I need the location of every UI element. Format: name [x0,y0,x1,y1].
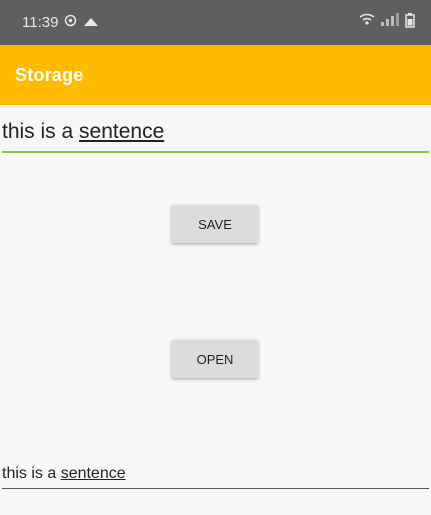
open-button[interactable]: OPEN [172,340,258,378]
app-title: Storage [15,64,84,85]
status-bar: 11:39 [0,0,431,45]
app-bar: Storage [0,45,431,105]
status-time: 11:39 [22,14,59,31]
loaded-text-prefix: this is a [2,465,61,482]
status-left: 11:39 [22,14,99,31]
cloud-icon [83,14,99,31]
save-button[interactable]: SAVE [172,205,258,243]
sentence-input[interactable]: this is a sentence [2,119,429,153]
wifi-icon [359,13,375,32]
loaded-text-field[interactable]: this is a sentence [2,463,429,489]
sync-icon [64,14,77,31]
signal-icon [379,13,401,32]
sentence-input-underlined-word: sentence [79,120,165,143]
sentence-input-prefix: this is a [2,120,80,143]
battery-icon [405,12,415,33]
loaded-text-underlined-word: sentence [60,465,126,482]
main-content: this is a sentence SAVE OPEN this is a s… [0,105,431,515]
status-right [359,12,415,33]
